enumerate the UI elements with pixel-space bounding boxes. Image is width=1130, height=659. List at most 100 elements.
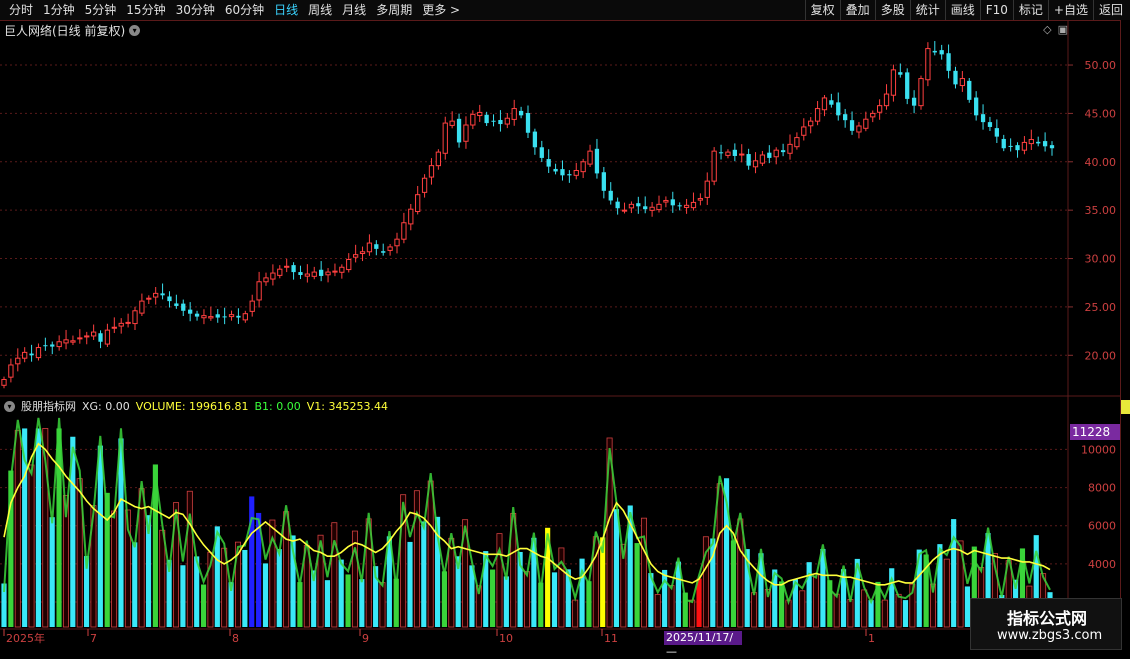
volume-bar-red bbox=[881, 599, 888, 628]
volume-bar-red bbox=[895, 593, 902, 628]
candle-body-up bbox=[15, 357, 21, 365]
watermark: 指标公式网 www.zbgs3.com bbox=[970, 598, 1122, 650]
candle-body-down bbox=[994, 128, 999, 137]
price-tick-label: 45.00 bbox=[1085, 107, 1117, 120]
candle-body-up bbox=[883, 93, 890, 107]
volume-bar bbox=[97, 445, 103, 627]
candle-body-up bbox=[1021, 141, 1028, 151]
candle-body-up bbox=[77, 337, 83, 340]
candle-body-up bbox=[352, 254, 359, 258]
strip-marker bbox=[1121, 400, 1130, 414]
candle-body-up bbox=[711, 150, 717, 182]
candle-body-up bbox=[477, 111, 483, 117]
volume-bar-red bbox=[28, 464, 35, 628]
candle-body-down bbox=[567, 174, 572, 176]
candle-body-down bbox=[767, 152, 772, 158]
candle-body-down bbox=[594, 148, 600, 174]
candle-body-up bbox=[339, 266, 345, 273]
volume-max-badge: 11228 bbox=[1070, 424, 1120, 440]
candle-body-up bbox=[84, 335, 90, 338]
volume-bar-red bbox=[751, 592, 758, 628]
candle-body-up bbox=[463, 124, 469, 142]
volume-bar-red bbox=[283, 511, 290, 628]
candle-body-down bbox=[1042, 141, 1048, 147]
volume-bar-red bbox=[427, 480, 434, 628]
candle-body-up bbox=[139, 300, 145, 314]
volume-bar-red bbox=[799, 590, 806, 628]
volume-bar bbox=[730, 540, 737, 627]
volume-bar-red bbox=[943, 558, 950, 628]
indicator-v1: V1: 345253.44 bbox=[306, 399, 388, 413]
candle-body-up bbox=[918, 78, 924, 107]
volume-bar bbox=[503, 576, 509, 627]
candle-body-down bbox=[718, 152, 724, 154]
price-tick-label: 30.00 bbox=[1085, 253, 1117, 266]
candle-body-up bbox=[125, 321, 131, 324]
candle-body-up bbox=[387, 246, 393, 251]
candle-body-up bbox=[504, 117, 510, 125]
candle-body-up bbox=[366, 242, 373, 253]
candle-body-down bbox=[829, 100, 834, 105]
volume-bar-red bbox=[379, 582, 386, 628]
candle-body-up bbox=[787, 143, 793, 154]
volume-bar-red bbox=[833, 593, 840, 628]
volume-bar bbox=[613, 509, 620, 627]
candle-body-up bbox=[228, 314, 235, 318]
volume-bar bbox=[242, 549, 248, 627]
volume-bar bbox=[35, 428, 41, 627]
volume-bar bbox=[324, 580, 331, 627]
candle-body-up bbox=[697, 198, 704, 201]
candle-body-down bbox=[525, 113, 531, 133]
candle-body-up bbox=[739, 153, 745, 156]
volume-bar bbox=[951, 519, 957, 627]
x-tick-label: 10 bbox=[499, 632, 513, 645]
watermark-url: www.zbgs3.com bbox=[997, 628, 1103, 643]
volume-bar bbox=[662, 569, 668, 627]
volume-bar bbox=[262, 563, 269, 627]
candle-body-up bbox=[90, 331, 97, 337]
right-side-strip[interactable] bbox=[1120, 20, 1130, 650]
candle-body-down bbox=[953, 70, 958, 85]
chevron-down-icon[interactable]: ▾ bbox=[4, 400, 15, 412]
candle-body-down bbox=[905, 72, 910, 99]
volume-bar bbox=[276, 549, 282, 627]
candle-body-up bbox=[587, 150, 593, 165]
volume-bar bbox=[132, 542, 138, 627]
candle-body-up bbox=[511, 108, 517, 120]
candle-body-up bbox=[704, 180, 710, 198]
candle-body-down bbox=[539, 147, 544, 158]
candle-body-down bbox=[939, 50, 944, 55]
candle-body-up bbox=[1, 378, 7, 386]
candle-body-up bbox=[22, 351, 28, 359]
x-tick-label: 11 bbox=[604, 632, 618, 645]
candle-body-up bbox=[794, 137, 800, 148]
volume-bar bbox=[200, 584, 207, 627]
candle-body-up bbox=[132, 310, 138, 325]
kline-chart[interactable]: 50.00 45.00 40.00 35.00 30.00 25.00 20.00 10000… bbox=[0, 0, 1130, 650]
price-tick-label: 40.00 bbox=[1085, 156, 1117, 169]
volume-bar-red bbox=[111, 510, 118, 628]
candle-body-down bbox=[553, 168, 558, 172]
volume-bar-red bbox=[689, 599, 696, 628]
candle-body-down bbox=[932, 50, 937, 53]
candle-body-up bbox=[725, 151, 731, 156]
candle-body-down bbox=[167, 296, 172, 302]
volume-bar-red bbox=[572, 599, 579, 628]
candle-body-down bbox=[898, 72, 903, 75]
price-tick-label: 35.00 bbox=[1085, 204, 1117, 217]
candle-body-down bbox=[911, 97, 917, 106]
watermark-title: 指标公式网 bbox=[1007, 609, 1088, 628]
candle-body-down bbox=[836, 102, 841, 116]
candle-body-up bbox=[270, 272, 276, 280]
candle-body-up bbox=[870, 112, 876, 118]
candle-body-up bbox=[428, 165, 435, 178]
candle-body-up bbox=[408, 208, 414, 225]
volume-bar bbox=[634, 543, 640, 627]
x-tick-label: 9 bbox=[362, 632, 369, 645]
volume-bar-red bbox=[186, 490, 193, 628]
candle-body-down bbox=[319, 269, 324, 276]
volume-bar-red bbox=[159, 529, 166, 628]
volume-bar-red bbox=[524, 571, 530, 628]
indicator-name: 股朋指标网 bbox=[21, 400, 76, 413]
candle-body-up bbox=[401, 222, 407, 240]
